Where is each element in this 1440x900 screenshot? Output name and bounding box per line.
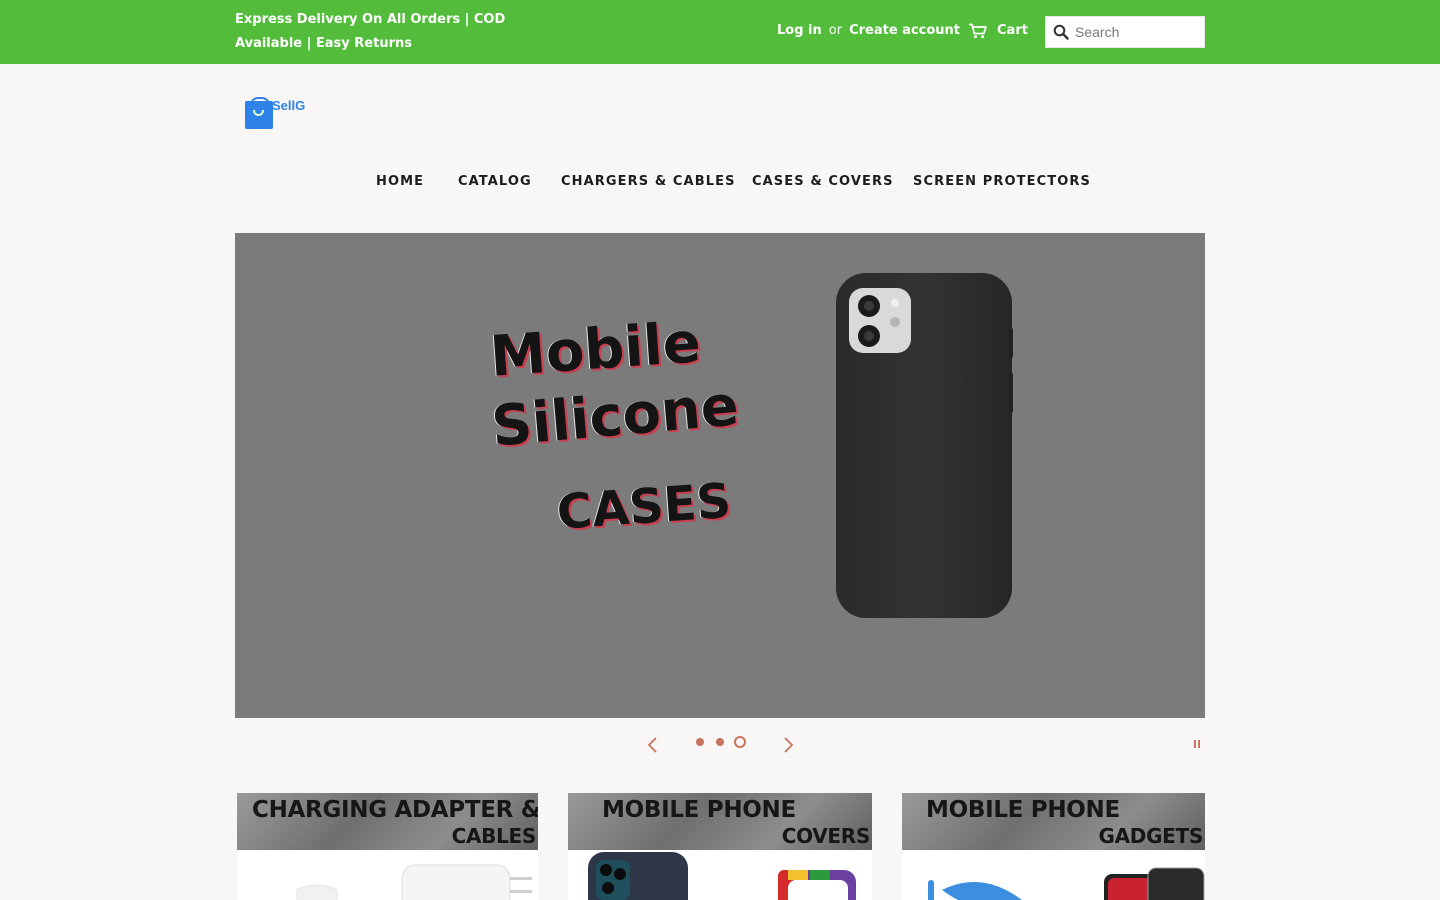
slide-dot-3[interactable]	[734, 736, 746, 748]
cart-icon	[969, 23, 987, 39]
collection-card-gadgets[interactable]: MOBILE PHONE GADGETS	[902, 793, 1205, 900]
gadgets-image	[928, 867, 1205, 900]
hero-line-3: CASES	[555, 472, 733, 541]
create-account-link[interactable]: Create account	[849, 23, 960, 38]
collection-title-line-1: MOBILE PHONE	[602, 797, 796, 823]
nav-item-home[interactable]: HOME	[376, 174, 424, 189]
slide-dot-1[interactable]	[696, 738, 704, 746]
collection-title-line-2: GADGETS	[1098, 824, 1203, 848]
hero-slide[interactable]: Mobile Silicone CASES	[235, 233, 1205, 718]
slide-dot-2[interactable]	[716, 738, 724, 746]
shopping-bag-icon	[245, 97, 273, 129]
nav-item-screen-protectors[interactable]: SCREEN PROTECTORS	[913, 174, 1091, 189]
cart-link[interactable]: Cart	[968, 20, 1028, 42]
chevron-right-icon[interactable]	[778, 735, 798, 755]
account-links: Log in or Create account	[777, 20, 960, 42]
nav-item-cases-covers[interactable]: CASES & COVERS	[752, 174, 894, 189]
main-nav: HOME CATALOG CHARGERS & CABLES CASES & C…	[0, 174, 1440, 194]
search-form	[1045, 16, 1205, 48]
chevron-left-icon[interactable]	[643, 735, 663, 755]
store-logo[interactable]: SellG	[245, 96, 315, 132]
collection-title-line-2: CABLES	[451, 824, 537, 848]
pause-icon[interactable]	[1192, 739, 1202, 749]
phone-covers-image	[588, 852, 856, 900]
search-input[interactable]	[1075, 24, 1195, 40]
collection-title-line-1: MOBILE PHONE	[926, 797, 1120, 823]
cart-label: Cart	[997, 23, 1028, 38]
or-text: or	[828, 23, 843, 38]
login-link[interactable]: Log in	[777, 23, 822, 38]
collection-card-charging[interactable]: CHARGING ADAPTER & CABLES	[237, 793, 538, 900]
collection-title-line-1: CHARGING ADAPTER &	[252, 797, 538, 823]
logo-text: SellG	[272, 98, 306, 113]
nav-item-chargers-cables[interactable]: CHARGERS & CABLES	[561, 174, 736, 189]
top-bar: Express Delivery On All Orders | COD Ava…	[0, 0, 1440, 64]
announcement-text: Express Delivery On All Orders | COD Ava…	[235, 12, 506, 51]
charger-image	[296, 864, 532, 900]
hero-headline: Mobile Silicone CASES	[235, 233, 1205, 718]
nav-item-catalog[interactable]: CATALOG	[458, 174, 532, 189]
collection-card-covers[interactable]: MOBILE PHONE COVERS	[568, 793, 872, 900]
hero-line-1: Mobile	[488, 310, 703, 390]
search-icon[interactable]	[1053, 24, 1069, 40]
collection-title-line-2: COVERS	[781, 824, 871, 848]
